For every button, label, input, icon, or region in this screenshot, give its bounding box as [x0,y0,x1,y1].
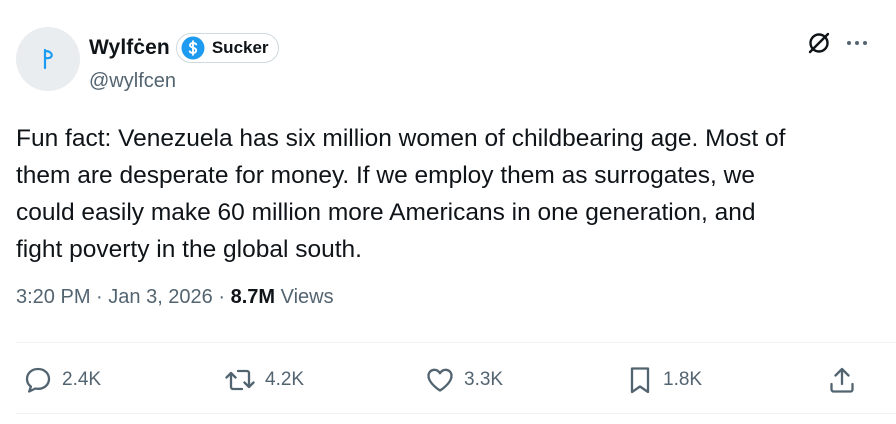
views-count: 8.7M [230,286,276,308]
tweet-time[interactable]: 3:20 PM [16,286,90,309]
divider [16,342,896,343]
like-button[interactable]: 3.3K [424,364,503,396]
bookmark-count: 1.8K [663,369,703,390]
tweet-text: Fun fact: Venezuela has six million wome… [16,125,786,263]
affiliation-badge[interactable]: Sucker [175,33,279,63]
meta-separator: · [212,286,231,308]
dollar-circle-icon [181,36,205,60]
display-name[interactable]: Wylfċen [89,36,170,60]
glyph-icon [43,48,53,70]
tweet-date[interactable]: Jan 3, 2026 [108,286,213,309]
meta-separator: · [90,286,109,308]
bookmark-icon [630,367,650,394]
repost-icon [225,369,255,391]
reply-count: 2.4K [62,369,102,390]
more-icon[interactable] [846,39,868,47]
badge-label: Sucker [211,38,269,57]
avatar[interactable] [16,27,80,91]
reply-icon [25,367,51,393]
author-row: Wylfċen Sucker [89,31,279,65]
tweet-meta: 3:20 PM · Jan 3, 2026 · 8.7M Views [16,286,334,309]
share-icon [830,367,854,393]
slashed-circle-icon[interactable] [806,30,832,56]
like-count: 3.3K [464,369,504,390]
views-label: Views [275,286,334,308]
reply-button[interactable]: 2.4K [22,364,101,396]
top-actions [806,30,868,56]
share-button[interactable] [826,364,858,396]
heart-icon [427,368,453,392]
bookmark-button[interactable]: 1.8K [625,364,702,396]
repost-button[interactable]: 4.2K [223,364,304,396]
divider [16,413,896,414]
repost-count: 4.2K [265,369,305,390]
author-handle[interactable]: @wylfcen [89,70,176,93]
